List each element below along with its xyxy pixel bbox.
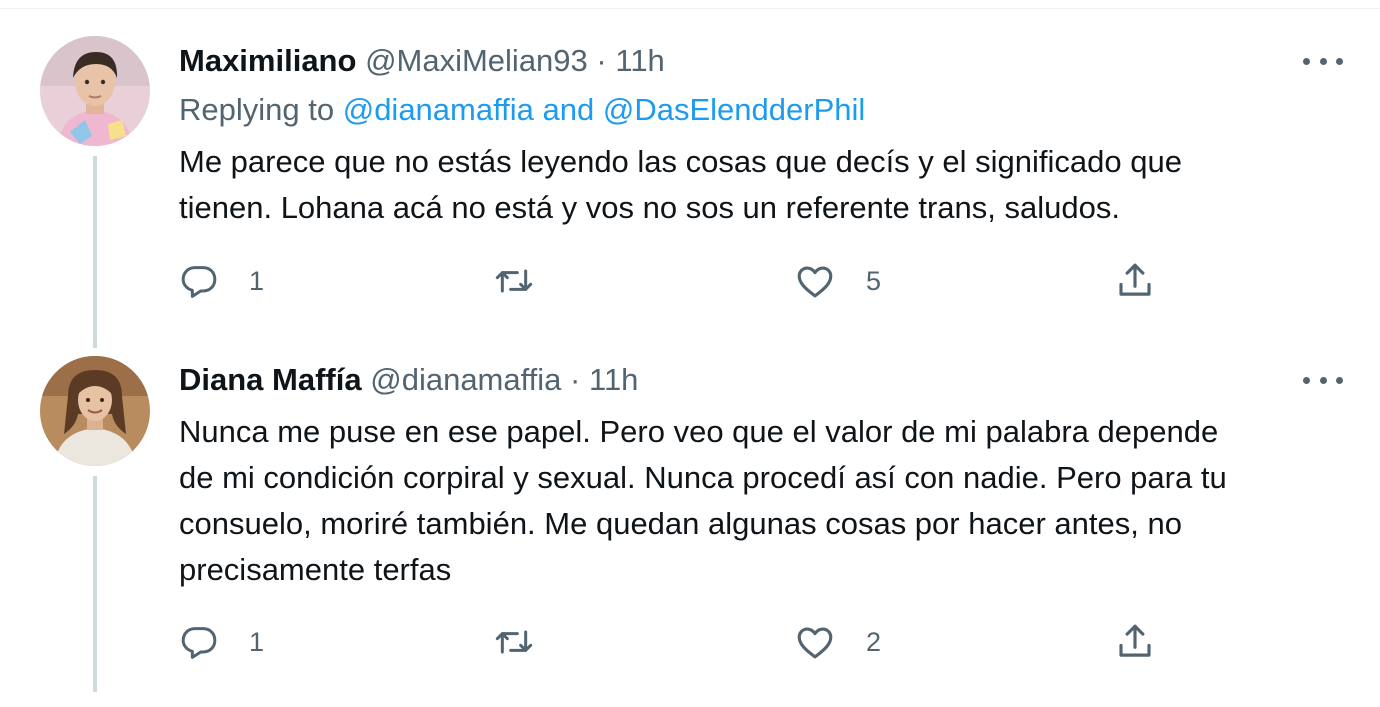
like-button[interactable]: 2 bbox=[794, 620, 881, 664]
replying-to-line: Replying to @dianamaffia and @DasElendde… bbox=[179, 91, 865, 129]
tweet-text: Nunca me puse en ese papel. Pero veo que… bbox=[179, 409, 1349, 593]
more-options-button[interactable] bbox=[1303, 368, 1343, 392]
like-count: 5 bbox=[866, 265, 882, 296]
reply-count: 1 bbox=[249, 265, 265, 296]
like-button[interactable]: 5 bbox=[794, 259, 881, 303]
user-handle[interactable]: @dianamaffia bbox=[370, 362, 561, 397]
timestamp[interactable]: 11h bbox=[589, 362, 638, 397]
retweet-button[interactable] bbox=[494, 259, 534, 303]
timestamp[interactable]: 11h bbox=[615, 43, 664, 78]
tweet-diana-maffia[interactable]: Diana Maffía @dianamaffia · 11h Nunca me… bbox=[0, 350, 1380, 707]
retweet-icon bbox=[495, 269, 533, 293]
display-name[interactable]: Diana Maffía bbox=[179, 362, 362, 397]
display-name[interactable]: Maximiliano bbox=[179, 43, 356, 78]
tweet-maximiliano[interactable]: Maximiliano @MaxiMelian93 · 11h Replying… bbox=[0, 0, 1380, 350]
more-icon-dot bbox=[1319, 376, 1327, 384]
user-handle[interactable]: @MaxiMelian93 bbox=[365, 43, 588, 78]
share-icon bbox=[1119, 624, 1151, 657]
reply-count: 1 bbox=[249, 626, 265, 657]
retweet-icon bbox=[495, 630, 533, 654]
more-icon-dot bbox=[1336, 57, 1343, 65]
avatar-image bbox=[40, 36, 150, 146]
replying-prefix: Replying to bbox=[179, 92, 335, 127]
tweet-text-line: Me parece que no estás leyendo las cosas… bbox=[179, 144, 1182, 179]
thread-connector-line bbox=[93, 156, 97, 348]
separator-dot: · bbox=[596, 43, 607, 78]
thread-connector-line bbox=[93, 476, 97, 692]
tweet-actions: 1 2 bbox=[179, 620, 1169, 664]
tweet-header: Diana Maffía @dianamaffia · 11h bbox=[179, 361, 638, 399]
reply-icon bbox=[181, 627, 217, 659]
replying-and[interactable]: and bbox=[543, 92, 595, 127]
more-icon-dot bbox=[1319, 57, 1327, 65]
like-count: 2 bbox=[866, 626, 882, 657]
reply-button[interactable]: 1 bbox=[179, 620, 264, 664]
more-icon-dot bbox=[1336, 376, 1343, 384]
avatar-diana-maffia[interactable] bbox=[40, 356, 150, 466]
tweet-text-line: precisamente terfas bbox=[179, 552, 452, 587]
reply-icon bbox=[181, 266, 217, 298]
tweet-text-line: de mi condición corpiral y sexual. Nunca… bbox=[179, 460, 1227, 495]
like-icon bbox=[797, 627, 833, 659]
share-button[interactable] bbox=[1114, 620, 1156, 664]
replying-user-link[interactable]: @DasElendderPhil bbox=[603, 92, 865, 127]
reply-button[interactable]: 1 bbox=[179, 259, 264, 303]
separator-dot: · bbox=[570, 362, 581, 397]
more-icon bbox=[1303, 57, 1310, 65]
more-icon bbox=[1303, 376, 1310, 384]
share-button[interactable] bbox=[1114, 259, 1156, 303]
tweet-text-line: tienen. Lohana acá no está y vos no sos … bbox=[179, 190, 1120, 225]
tweet-text-line: consuelo, moriré también. Me quedan algu… bbox=[179, 506, 1182, 541]
share-icon bbox=[1119, 263, 1151, 296]
like-icon bbox=[797, 266, 833, 298]
tweet-header: Maximiliano @MaxiMelian93 · 11h bbox=[179, 42, 665, 80]
avatar-maximiliano[interactable] bbox=[40, 36, 150, 146]
tweet-text-line: Nunca me puse en ese papel. Pero veo que… bbox=[179, 414, 1219, 449]
more-options-button[interactable] bbox=[1303, 49, 1343, 73]
avatar-image bbox=[40, 356, 150, 466]
retweet-button[interactable] bbox=[494, 620, 534, 664]
tweet-actions: 1 5 bbox=[179, 259, 1169, 303]
tweet-text: Me parece que no estás leyendo las cosas… bbox=[179, 139, 1349, 231]
replying-user-link[interactable]: @dianamaffia bbox=[343, 92, 534, 127]
